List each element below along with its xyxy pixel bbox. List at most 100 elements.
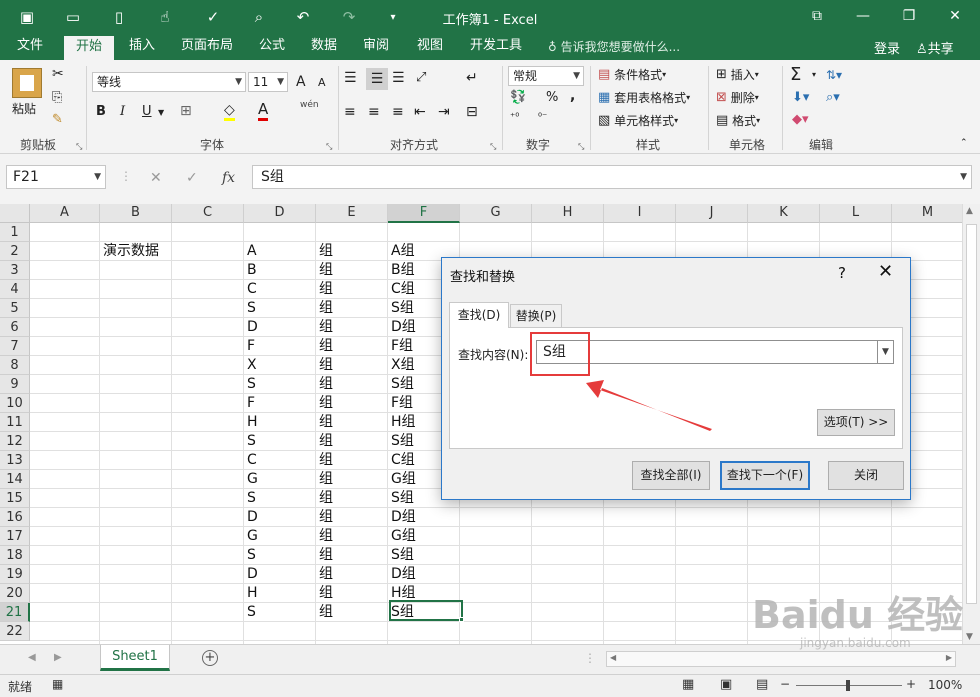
tab-file[interactable]: 文件 [6,34,54,60]
table-cell[interactable]: 组 [316,451,333,470]
tab-splitter-icon[interactable]: ⋮ [584,651,596,665]
autosum-button[interactable]: Σ [790,64,801,85]
clipboard-launcher-icon[interactable]: ⤡ [76,142,82,152]
table-cell[interactable]: S [244,489,256,508]
column-header[interactable]: J [676,204,748,223]
cut-icon[interactable]: ✂ [52,66,64,82]
find-all-button[interactable]: 查找全部(I) [632,461,710,490]
table-cell[interactable]: 组 [316,375,333,394]
percent-button[interactable]: % [546,90,558,105]
align-middle-icon[interactable]: ☰ [366,68,388,90]
row-header[interactable]: 6 [0,318,30,337]
table-cell[interactable]: 组 [316,470,333,489]
tab-insert[interactable]: 插入 [120,34,164,60]
align-bottom-icon[interactable]: ☰ [392,70,405,86]
table-cell[interactable]: 组 [316,242,333,261]
select-all-corner[interactable] [0,204,30,223]
table-cell[interactable]: 组 [316,565,333,584]
table-cell[interactable]: B组 [388,261,415,280]
vertical-scrollbar[interactable]: ▲ ▼ [962,204,980,644]
column-header[interactable]: K [748,204,820,223]
italic-button[interactable]: I [120,104,125,119]
delete-cells-button[interactable]: ⊠ 删除 ▾ [716,89,759,106]
format-as-table-button[interactable]: ▦ 套用表格格式 ▾ [598,89,690,106]
restore-button[interactable]: ❐ [886,4,932,28]
number-format-dropdown[interactable]: 常规 ▼ [508,66,584,86]
table-cell[interactable]: 组 [316,337,333,356]
table-cell[interactable]: S [244,299,256,318]
table-cell[interactable]: D [244,565,258,584]
table-cell[interactable]: S [244,432,256,451]
table-cell[interactable]: C [244,280,257,299]
table-cell[interactable]: D组 [388,508,416,527]
format-cells-button[interactable]: ▤ 格式 ▾ [716,112,760,129]
column-header[interactable]: I [604,204,676,223]
dialog-close-button[interactable]: ✕ [878,261,893,282]
table-cell[interactable]: 组 [316,508,333,527]
table-cell[interactable]: S [244,375,256,394]
name-box[interactable]: F21 ▼ [6,165,106,189]
row-header[interactable]: 15 [0,489,30,508]
find-next-button[interactable]: 查找下一个(F) [720,461,810,490]
row-header[interactable]: 14 [0,470,30,489]
table-cell[interactable]: F [244,394,255,413]
row-header[interactable]: 10 [0,394,30,413]
table-cell[interactable]: C [244,451,257,470]
zoom-level[interactable]: 100% [928,678,962,692]
row-header[interactable]: 3 [0,261,30,280]
table-cell[interactable]: D组 [388,318,416,337]
font-color-icon[interactable]: A [258,100,269,121]
table-cell[interactable]: F组 [388,337,413,356]
table-cell[interactable]: S组 [388,299,414,318]
paste-icon[interactable] [12,68,42,98]
table-cell[interactable]: 组 [316,356,333,375]
tab-data[interactable]: 数据 [302,34,346,60]
sheet-tab-sheet1[interactable]: Sheet1 [100,645,170,671]
table-cell[interactable]: G [244,527,258,546]
table-cell[interactable]: D [244,508,258,527]
page-layout-view-icon[interactable]: ▣ [720,677,732,692]
row-header[interactable]: 2 [0,242,30,261]
table-cell[interactable]: G组 [388,527,416,546]
table-cell[interactable]: F组 [388,394,413,413]
column-header[interactable]: G [460,204,532,223]
row-header[interactable]: 9 [0,375,30,394]
insert-cells-button[interactable]: ⊞ 插入 ▾ [716,66,759,83]
border-icon[interactable]: ⊞ [180,103,192,119]
page-break-view-icon[interactable]: ▤ [756,677,768,692]
row-header[interactable]: 8 [0,356,30,375]
font-size-dropdown[interactable]: 11 ▼ [248,72,288,92]
row-header[interactable]: 12 [0,432,30,451]
table-cell[interactable]: G [244,470,258,489]
wrap-text-icon[interactable]: ↵ [466,70,478,86]
row-header[interactable]: 20 [0,584,30,603]
phonetic-icon[interactable]: wén [300,100,319,110]
normal-view-icon[interactable]: ▦ [682,677,694,692]
table-cell[interactable]: S组 [388,546,414,565]
table-cell[interactable]: A [244,242,257,261]
fill-color-icon[interactable]: ◇ [224,102,235,121]
zoom-in-button[interactable]: + [906,677,916,691]
row-header[interactable]: 19 [0,565,30,584]
chevron-down-icon[interactable]: ▾ [812,70,816,79]
column-header[interactable]: F [388,204,460,223]
horizontal-scrollbar[interactable]: ◀ ▶ [606,651,956,667]
cancel-icon[interactable]: ✕ [150,170,162,186]
column-header[interactable]: B [100,204,172,223]
currency-icon[interactable]: 💱 [510,90,526,105]
tab-find[interactable]: 查找(D) [449,302,509,328]
chevron-down-icon[interactable]: ▼ [877,341,893,363]
close-button[interactable]: ✕ [932,4,978,28]
table-cell[interactable]: 组 [316,489,333,508]
table-cell[interactable]: G组 [388,470,416,489]
tell-me-box[interactable]: ♁ 告诉我您想要做什么... [548,38,680,55]
scroll-down-icon[interactable]: ▼ [966,632,973,642]
options-button[interactable]: 选项(T) >> [817,409,895,436]
scroll-right-icon[interactable]: ▶ [946,653,952,662]
copy-icon[interactable]: ⎘ [52,90,62,105]
decrease-indent-icon[interactable]: ⇤ [414,104,426,120]
align-right-icon[interactable]: ≡ [392,104,404,120]
table-cell[interactable]: 组 [316,261,333,280]
table-cell[interactable]: 组 [316,318,333,337]
table-cell[interactable]: X组 [388,356,415,375]
